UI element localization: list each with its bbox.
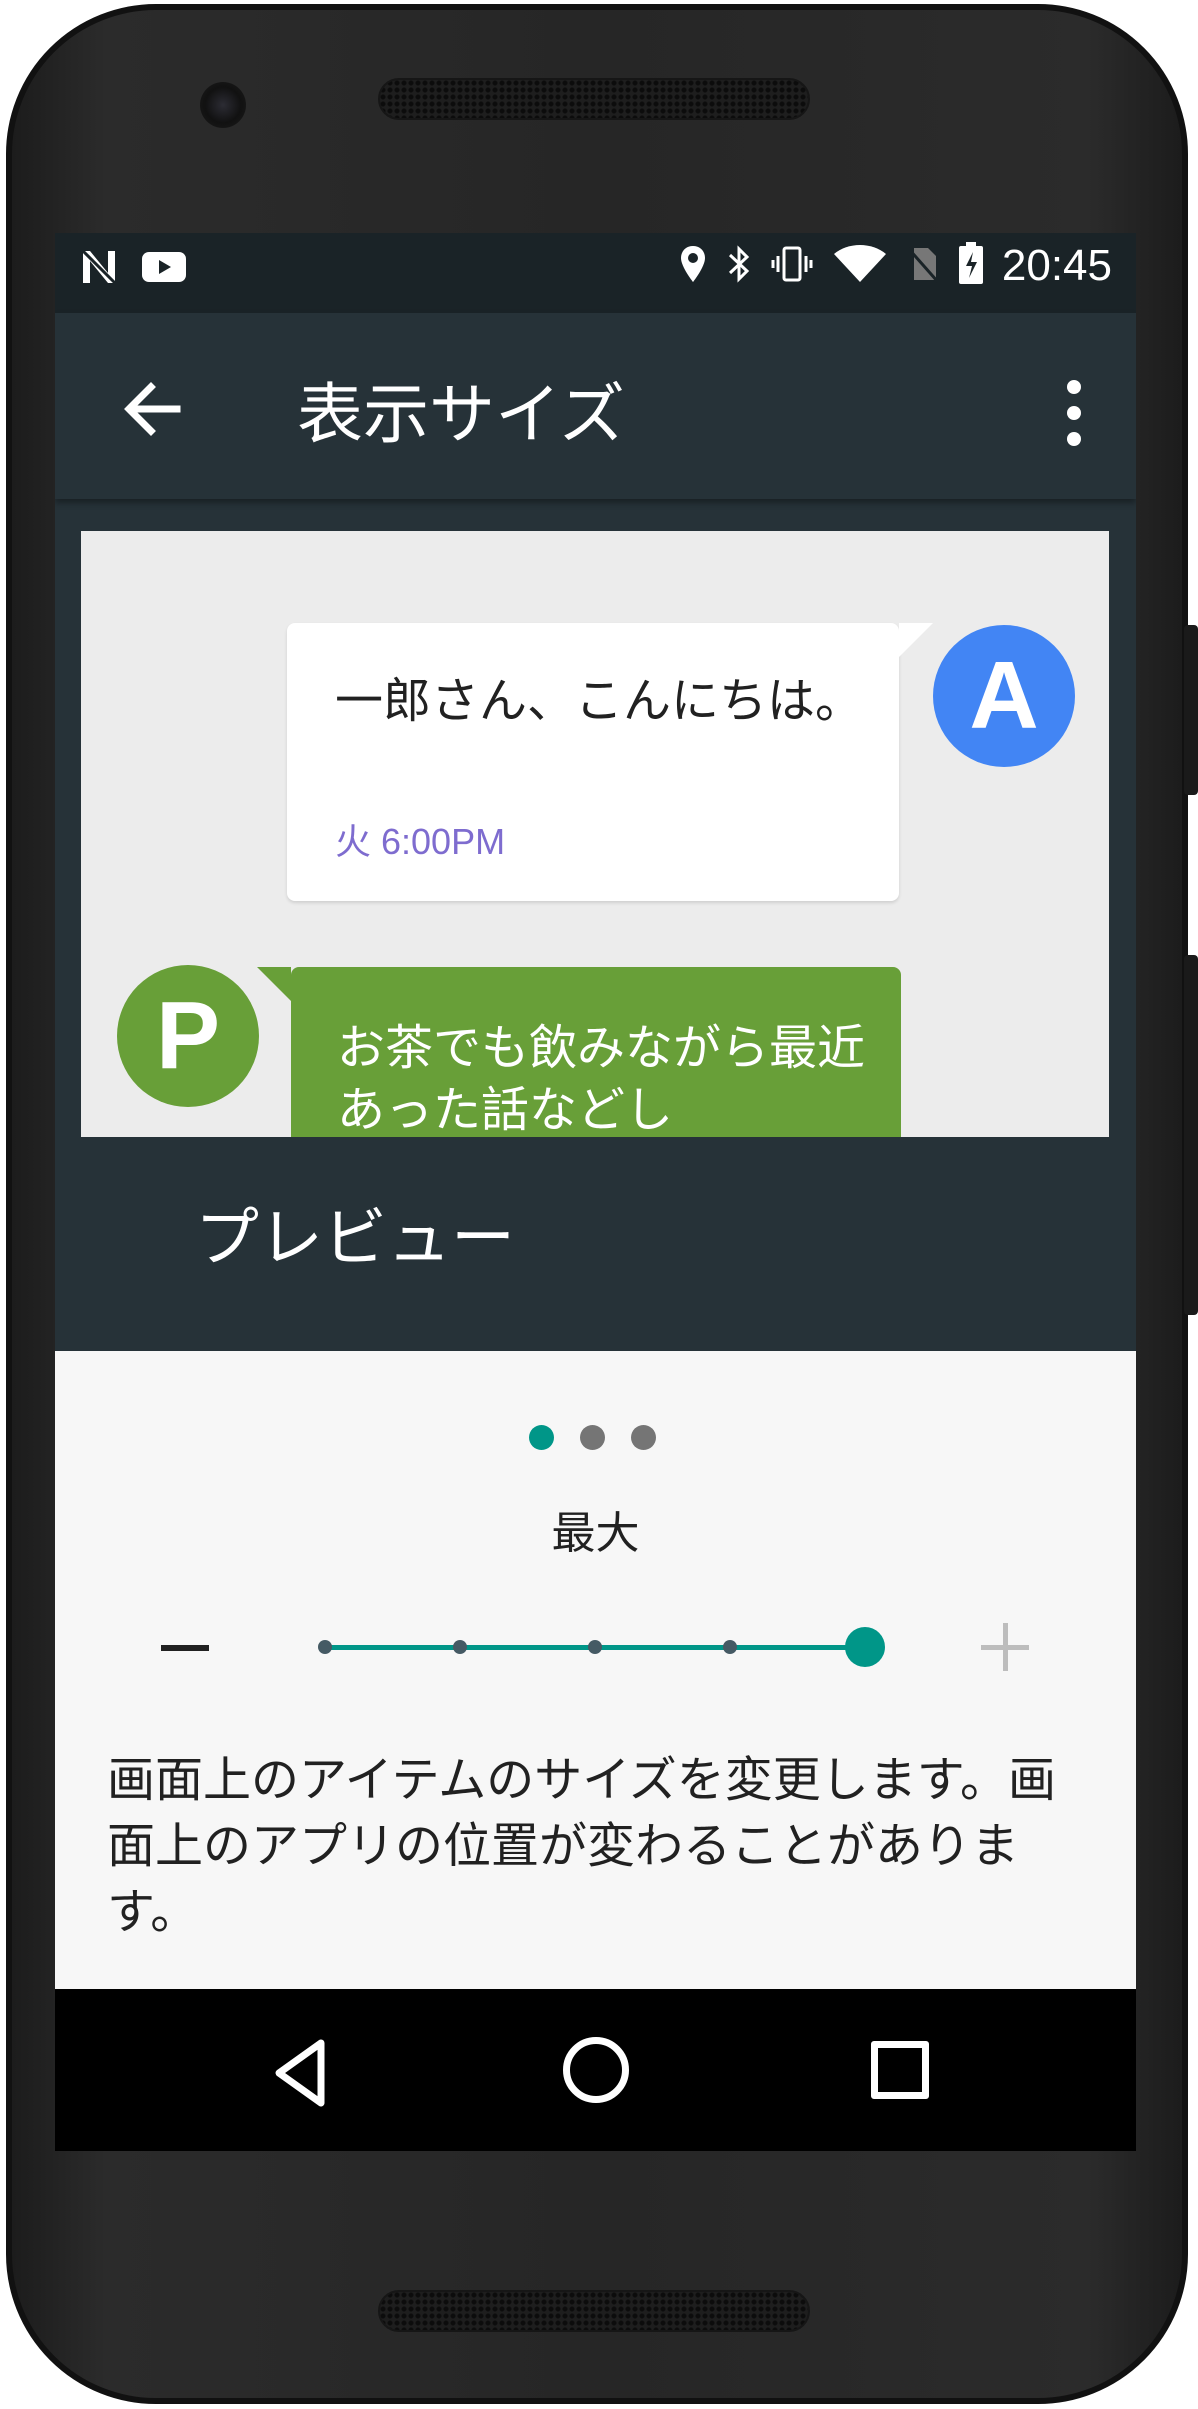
battery-icon — [958, 242, 984, 290]
slider-tick — [723, 1640, 737, 1654]
youtube-icon — [141, 249, 187, 289]
size-controls: 最大 画面上のアイテムのサイズを変更します。画面上のアプリの位置が変わることがあ… — [55, 1351, 1136, 1989]
more-vert-icon[interactable] — [1054, 373, 1094, 453]
incoming-message-bubble: 一郎さん、こんにちは。 火 6:00PM — [287, 623, 933, 901]
incoming-message-text: 一郎さん、こんにちは。 — [335, 673, 864, 729]
slider-tick — [588, 1640, 602, 1654]
avatar: P — [117, 965, 259, 1107]
screen: 20:45 表示サイズ 一郎さん、こんにちは。 火 6:00PM A P お茶で… — [55, 233, 1136, 2151]
current-size-label: 最大 — [551, 1508, 640, 1559]
outgoing-message-text: お茶でも飲みながら最近あった話などし — [337, 1020, 866, 1137]
page-title: 表示サイズ — [297, 376, 626, 453]
status-time: 20:45 — [1001, 241, 1112, 290]
slider-thumb[interactable] — [845, 1627, 885, 1667]
no-sim-icon — [906, 244, 940, 288]
app-bar: 表示サイズ — [55, 313, 1136, 499]
bluetooth-icon — [726, 244, 752, 288]
bottom-speaker — [378, 2290, 810, 2332]
wifi-icon — [832, 244, 888, 288]
recents-square-icon[interactable] — [871, 2041, 929, 2099]
location-icon — [678, 244, 708, 288]
decrease-size-button[interactable] — [155, 1617, 215, 1677]
earpiece-speaker — [378, 78, 810, 120]
outgoing-message-bubble: お茶でも飲みながら最近あった話などし — [257, 967, 901, 1137]
avatar: A — [933, 625, 1075, 767]
slider-tick — [318, 1640, 332, 1654]
conversation-preview: 一郎さん、こんにちは。 火 6:00PM A P お茶でも飲みながら最近あった話… — [81, 531, 1109, 1137]
front-camera — [200, 82, 246, 128]
size-slider[interactable] — [315, 1611, 935, 1683]
page-dot[interactable] — [631, 1425, 656, 1450]
power-button — [1184, 625, 1198, 795]
page-dot[interactable] — [580, 1425, 605, 1450]
status-bar: 20:45 — [55, 233, 1136, 313]
vibrate-icon — [770, 244, 814, 288]
increase-size-button[interactable] — [975, 1617, 1035, 1677]
volume-button — [1184, 955, 1198, 1315]
page-dot[interactable] — [529, 1425, 554, 1450]
slider-tick — [453, 1640, 467, 1654]
arrow-back-icon[interactable] — [113, 369, 193, 449]
incoming-message-time: 火 6:00PM — [335, 821, 506, 862]
n-notification-icon — [79, 247, 119, 291]
navigation-bar — [55, 1989, 1136, 2151]
home-circle-icon[interactable] — [563, 2037, 629, 2103]
description-text: 画面上のアイテムのサイズを変更します。画面上のアプリの位置が変わることがあります… — [107, 1752, 1056, 1940]
page-indicator — [529, 1425, 656, 1450]
preview-label: プレビュー — [195, 1202, 515, 1276]
back-triangle-icon[interactable] — [263, 2033, 343, 2113]
